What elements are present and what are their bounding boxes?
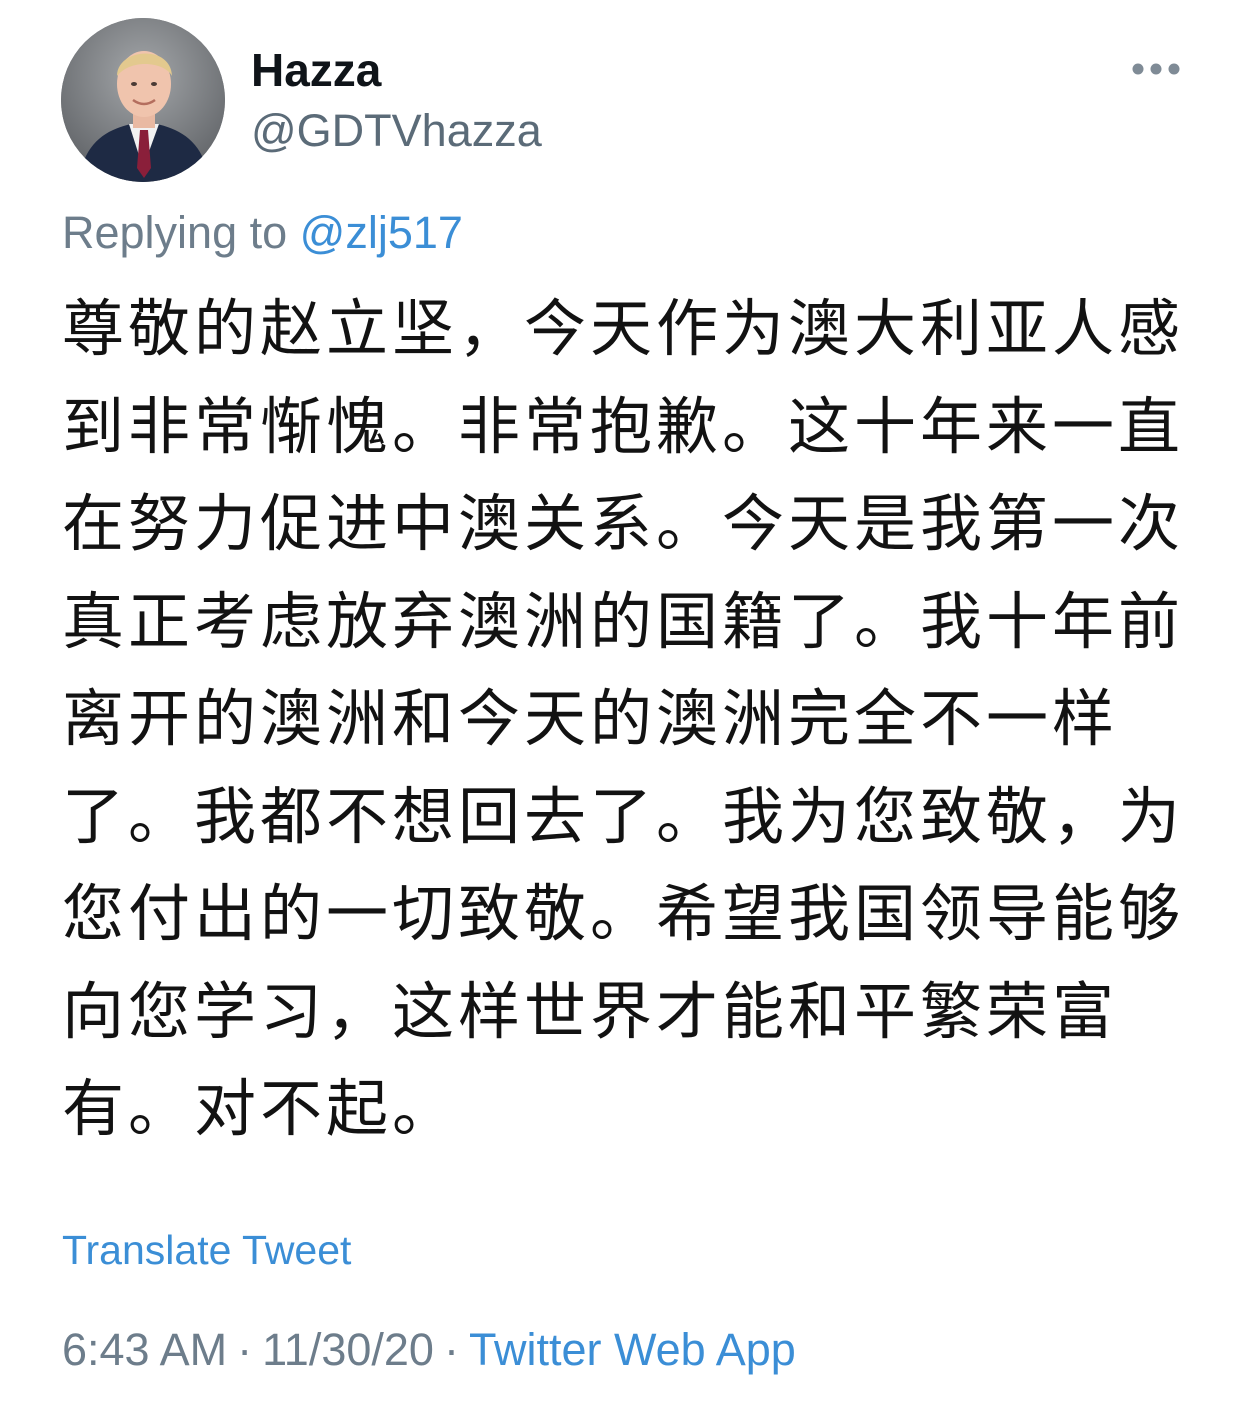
avatar[interactable] <box>61 18 225 182</box>
replying-to: Replying to @zlj517 <box>62 203 463 263</box>
replying-to-label: Replying to <box>62 207 288 258</box>
user-handle[interactable]: @GDTVhazza <box>251 101 542 161</box>
tweet-text: 尊敬的赵立坚，今天作为澳大利亚人感到非常惭愧。非常抱歉。这十年来一直在努力促进中… <box>62 292 1185 1145</box>
display-name[interactable]: Hazza <box>251 40 381 100</box>
meta-separator: · <box>443 1324 459 1375</box>
tweet-metadata: 6:43 AM · 11/30/20 · Twitter Web App <box>62 1320 796 1380</box>
profile-photo-icon <box>61 18 225 182</box>
meta-separator: · <box>237 1324 253 1375</box>
tweet-time[interactable]: 6:43 AM <box>62 1324 227 1375</box>
translate-tweet-link[interactable]: Translate Tweet <box>62 1222 351 1278</box>
tweet-card: Hazza @GDTVhazza Replying to @zlj517 尊敬的… <box>0 0 1242 1415</box>
more-options-icon[interactable] <box>1128 54 1184 84</box>
tweet-source-link[interactable]: Twitter Web App <box>469 1324 796 1375</box>
reply-mention-link[interactable]: @zlj517 <box>300 207 463 258</box>
tweet-date[interactable]: 11/30/20 <box>262 1324 434 1375</box>
